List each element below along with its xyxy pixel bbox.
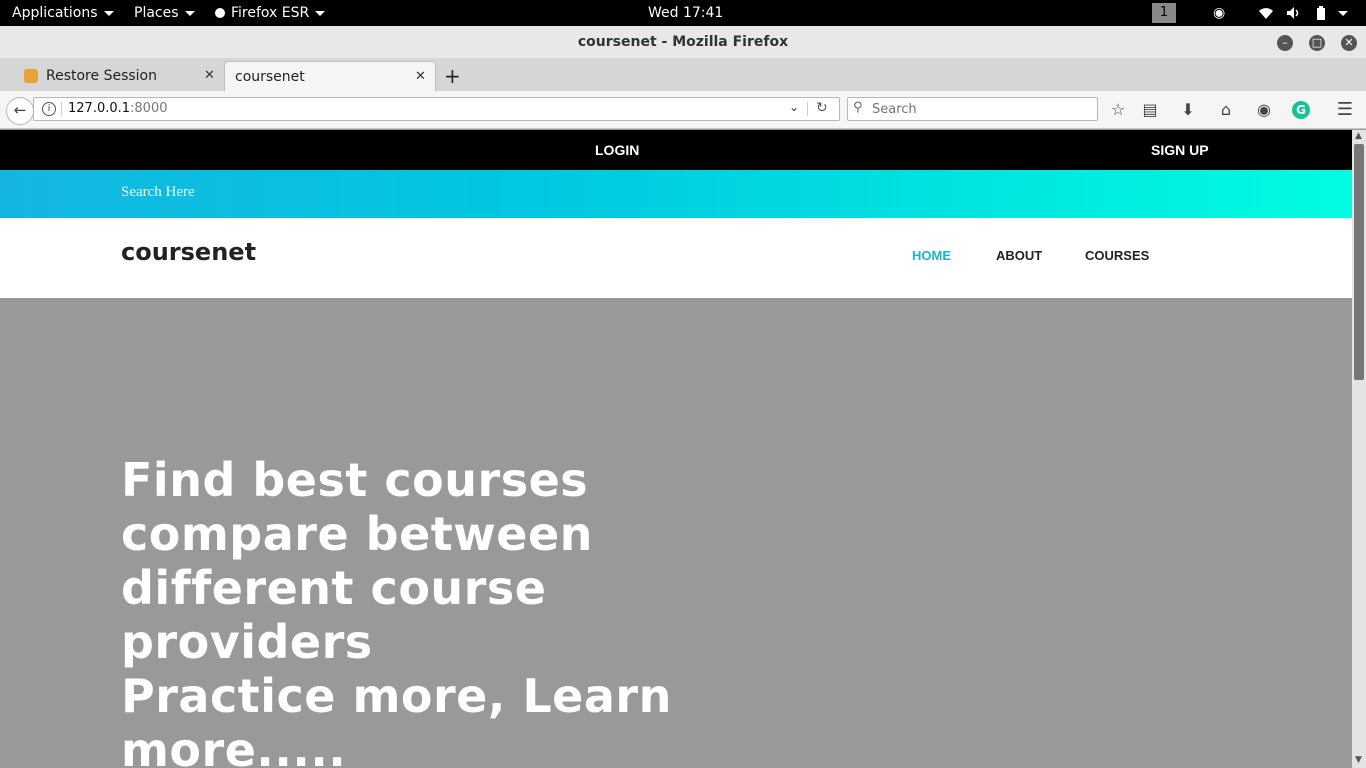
hero-line: different course (121, 561, 547, 615)
page-scrollbar[interactable]: ▲ ▼ (1352, 130, 1366, 768)
login-link[interactable]: LOGIN (595, 130, 639, 170)
site-search-bar: Search Here (0, 170, 1352, 218)
url-port: :8000 (130, 101, 168, 116)
maximize-icon: □ (1311, 36, 1323, 49)
system-menu-chevron-icon[interactable] (1338, 0, 1348, 26)
search-input[interactable] (870, 99, 1094, 119)
camera-icon[interactable]: ◉ (1213, 0, 1225, 26)
grammarly-icon[interactable]: G (1292, 101, 1310, 119)
clock[interactable]: Wed 17:41 (648, 0, 723, 26)
battery-icon[interactable] (1316, 0, 1326, 26)
nav-about[interactable]: ABOUT (996, 248, 1042, 263)
volume-icon[interactable] (1286, 0, 1302, 26)
nav-home[interactable]: HOME (912, 248, 951, 263)
firefox-app-menu[interactable]: Firefox ESR (215, 0, 326, 26)
tab-strip: Restore Session ✕ coursenet ✕ + (0, 58, 1366, 92)
url-divider (61, 102, 62, 116)
site-header: coursenet HOME ABOUT COURSES (0, 218, 1352, 298)
chevron-down-icon (184, 10, 195, 16)
site-search-input[interactable]: Search Here (121, 170, 195, 214)
back-arrow-icon: ← (13, 101, 27, 119)
app-menu-label: Firefox ESR (231, 5, 310, 21)
close-window-button[interactable]: ✕ (1341, 35, 1357, 51)
gnome-top-bar: Applications Places Firefox ESR Wed 17:4… (0, 0, 1366, 26)
restore-session-icon (24, 69, 38, 83)
window-titlebar: coursenet - Mozilla Firefox – □ ✕ (0, 26, 1366, 59)
scroll-up-icon[interactable]: ▲ (1355, 131, 1362, 141)
url-dropdown-chevron-icon[interactable]: ⌄ (789, 100, 799, 114)
hero-title: Find best courses compare between differ… (121, 453, 721, 768)
url-text[interactable]: 127.0.0.1:8000 (68, 98, 168, 120)
nav-courses[interactable]: COURSES (1085, 248, 1149, 263)
chevron-down-icon (315, 10, 326, 16)
home-icon[interactable]: ⌂ (1216, 100, 1236, 120)
site-logo[interactable]: coursenet (121, 238, 256, 266)
pocket-icon[interactable]: ◉ (1254, 100, 1274, 120)
close-tab-icon[interactable]: ✕ (204, 61, 215, 91)
tab-label: Restore Session (46, 68, 157, 84)
hero-line: Find best courses (121, 453, 589, 507)
hero-section: Find best courses compare between differ… (0, 298, 1352, 768)
places-menu[interactable]: Places (134, 0, 195, 26)
wifi-icon[interactable] (1258, 0, 1274, 26)
url-host: 127.0.0.1 (68, 101, 131, 116)
url-divider (807, 102, 808, 116)
back-button[interactable]: ← (6, 97, 34, 125)
search-bar[interactable]: ⚲ (847, 97, 1098, 121)
web-page: LOGIN SIGN UP Search Here coursenet HOME… (0, 130, 1352, 768)
top-auth-bar: LOGIN SIGN UP (0, 130, 1352, 170)
close-tab-icon[interactable]: ✕ (415, 62, 426, 92)
hamburger-menu-icon[interactable]: ☰ (1335, 100, 1355, 120)
applications-menu[interactable]: Applications (12, 0, 114, 26)
places-label: Places (134, 5, 179, 21)
plus-icon: + (444, 64, 461, 88)
nav-toolbar: ← i 127.0.0.1:8000 ⌄ ↻ ⚲ ☆ ▤ ⬇ ⌂ ◉ G ☰ (0, 91, 1366, 129)
workspace-indicator[interactable]: 1 (1152, 3, 1176, 23)
search-icon: ⚲ (853, 100, 863, 115)
scroll-down-icon[interactable]: ▼ (1355, 755, 1362, 765)
applications-label: Applications (12, 5, 98, 21)
tab-label: coursenet (235, 69, 305, 85)
minimize-icon: – (1282, 36, 1288, 49)
url-bar[interactable]: i 127.0.0.1:8000 ⌄ ↻ (33, 97, 840, 121)
hero-line: compare between (121, 507, 593, 561)
close-icon: ✕ (1344, 36, 1354, 49)
hero-line: providers (121, 615, 373, 669)
hero-line: Practice more, Learn (121, 669, 672, 723)
scrollbar-thumb[interactable] (1354, 144, 1364, 380)
minimize-button[interactable]: – (1277, 35, 1293, 51)
reload-icon[interactable]: ↻ (816, 100, 828, 116)
reading-list-icon[interactable]: ▤ (1140, 100, 1160, 120)
download-icon[interactable]: ⬇ (1178, 100, 1198, 120)
site-info-icon[interactable]: i (42, 102, 56, 116)
chevron-down-icon (103, 10, 114, 16)
maximize-button[interactable]: □ (1309, 35, 1325, 51)
signup-link[interactable]: SIGN UP (1151, 130, 1209, 170)
new-tab-button[interactable]: + (444, 61, 464, 91)
window-title: coursenet - Mozilla Firefox (577, 34, 789, 50)
tab-coursenet[interactable]: coursenet ✕ (224, 61, 436, 92)
bookmark-star-icon[interactable]: ☆ (1108, 100, 1128, 120)
tab-restore-session[interactable]: Restore Session ✕ (16, 61, 222, 91)
hero-line: more..... (121, 723, 347, 768)
firefox-icon (215, 8, 225, 18)
